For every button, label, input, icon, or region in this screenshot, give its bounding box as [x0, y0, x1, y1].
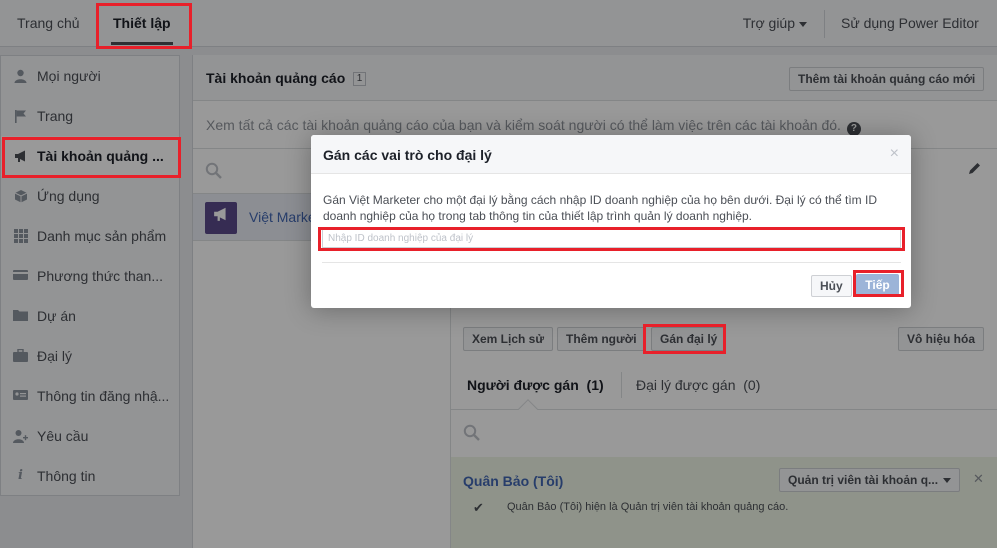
business-id-input[interactable] — [322, 228, 901, 248]
dialog-title: Gán các vai trò cho đại lý — [323, 147, 492, 163]
close-icon[interactable]: × — [890, 145, 899, 163]
next-button[interactable]: Tiếp — [856, 274, 899, 296]
cancel-button[interactable]: Hủy — [811, 275, 852, 297]
assign-roles-dialog: Gán các vai trò cho đại lý × Gán Việt Ma… — [311, 135, 911, 308]
dialog-header: Gán các vai trò cho đại lý × — [311, 135, 911, 174]
dialog-divider — [322, 262, 901, 263]
dialog-description: Gán Việt Marketer cho một đại lý bằng cá… — [323, 193, 877, 223]
